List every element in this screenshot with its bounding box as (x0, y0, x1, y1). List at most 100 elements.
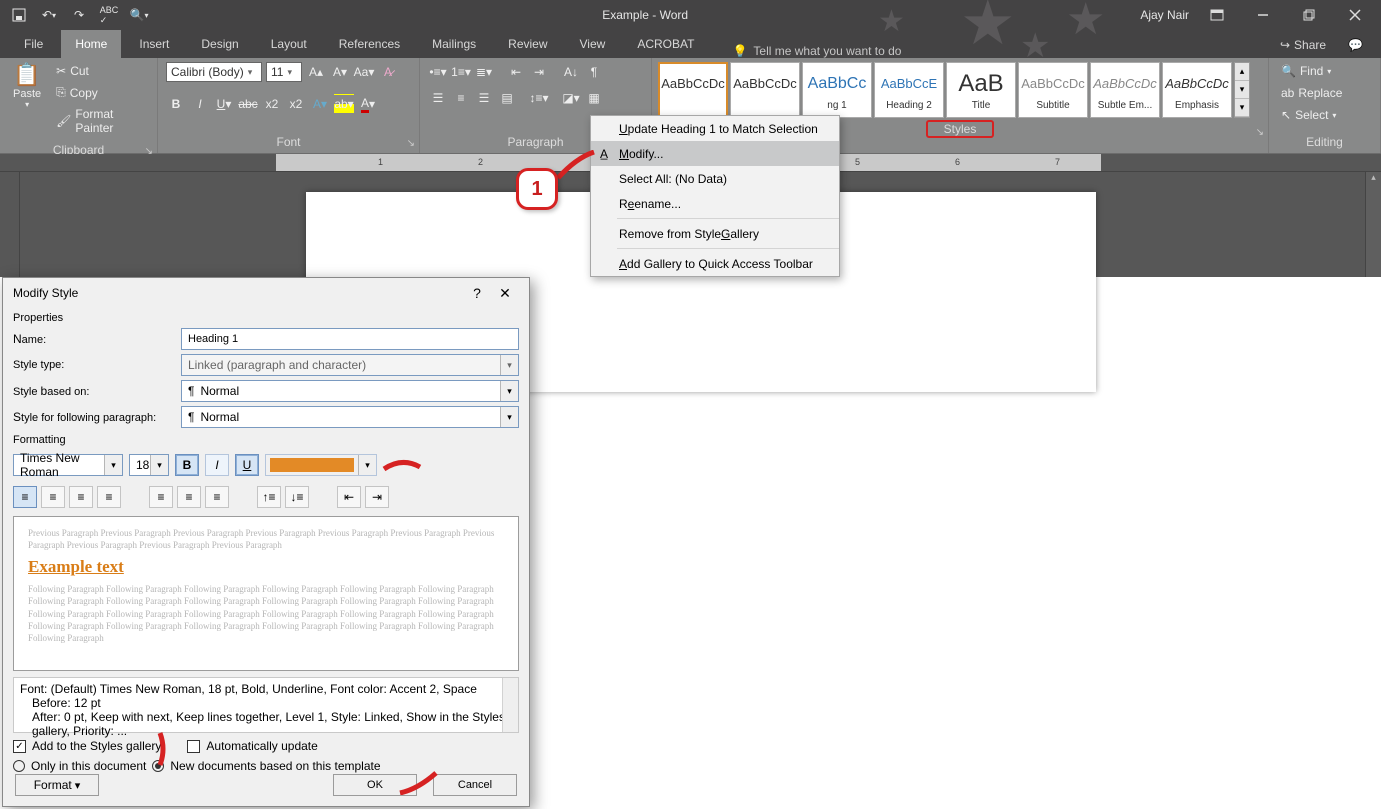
close-icon[interactable]: ✕ (491, 285, 519, 302)
shrink-font-icon[interactable]: A▾ (330, 62, 350, 82)
strikethrough-icon[interactable]: abc (238, 94, 258, 114)
styles-launcher-icon[interactable]: ↘ (1256, 127, 1264, 138)
style-tile-title[interactable]: AaBTitle (946, 62, 1016, 118)
dialog-size-combo[interactable]: 18▾ (129, 454, 169, 476)
format-dropdown-button[interactable]: Format ▾ (15, 774, 99, 796)
shading-icon[interactable]: ◪▾ (561, 88, 581, 108)
dialog-bold-button[interactable]: B (175, 454, 199, 476)
dialog-font-combo[interactable]: Times New Roman▾ (13, 454, 123, 476)
select-button[interactable]: ↖Select▾ (1277, 106, 1346, 124)
dlg-space-before-dec[interactable]: ↓≡ (285, 486, 309, 508)
format-painter-button[interactable]: 🖌Format Painter (52, 105, 149, 137)
spelling-icon[interactable]: ABC✓ (98, 4, 120, 26)
subscript-icon[interactable]: x2 (262, 94, 282, 114)
justify-icon[interactable]: ▤ (497, 88, 517, 108)
line-spacing-icon[interactable]: ↕≡▾ (529, 88, 549, 108)
font-color-icon[interactable]: A▾ (358, 94, 378, 114)
dialog-underline-button[interactable]: U (235, 454, 259, 476)
bullets-icon[interactable]: •≡▾ (428, 62, 448, 82)
underline-icon[interactable]: U▾ (214, 94, 234, 114)
based-on-dropdown[interactable]: ¶Normal▾ (181, 380, 519, 402)
tab-view[interactable]: View (566, 30, 620, 58)
ctx-remove-gallery[interactable]: Remove from Style Gallery (591, 221, 839, 246)
multilevel-icon[interactable]: ≣▾ (474, 62, 494, 82)
dlg-indent-dec[interactable]: ⇤ (337, 486, 361, 508)
increase-indent-icon[interactable]: ⇥ (529, 62, 549, 82)
align-right-icon[interactable]: ☰ (474, 88, 494, 108)
dialog-italic-button[interactable]: I (205, 454, 229, 476)
dlg-align-left[interactable]: ≡ (13, 486, 37, 508)
show-hide-icon[interactable]: ¶ (584, 62, 604, 82)
change-case-icon[interactable]: Aa▾ (354, 62, 374, 82)
dlg-align-right[interactable]: ≡ (69, 486, 93, 508)
desc-scrollbar[interactable] (502, 678, 518, 732)
ctx-modify[interactable]: A̲Modify... (591, 141, 839, 166)
dlg-align-justify[interactable]: ≡ (97, 486, 121, 508)
auto-update-checkbox[interactable] (187, 740, 200, 753)
paste-label[interactable]: Paste (13, 88, 41, 100)
grow-font-icon[interactable]: A▴ (306, 62, 326, 82)
styles-scrollbar[interactable]: ▴▾▾ (1234, 62, 1250, 118)
ctx-select-all[interactable]: Select All: (No Data) (591, 166, 839, 191)
font-name-combo[interactable]: Calibri (Body)▾ (166, 62, 262, 82)
style-name-input[interactable] (181, 328, 519, 350)
tab-file[interactable]: File (10, 30, 57, 58)
close-icon[interactable] (1337, 1, 1373, 29)
vertical-scrollbar[interactable]: ▴ (1365, 172, 1381, 277)
dlg-spacing-2[interactable]: ≡ (205, 486, 229, 508)
tab-acrobat[interactable]: ACROBAT (623, 30, 708, 58)
ctx-rename[interactable]: Reename... (591, 191, 839, 216)
ribbon-display-icon[interactable] (1199, 1, 1235, 29)
style-tile-subtleem[interactable]: AaBbCcDcSubtle Em... (1090, 62, 1160, 118)
style-tile-emphasis[interactable]: AaBbCcDcEmphasis (1162, 62, 1232, 118)
save-icon[interactable] (8, 4, 30, 26)
tab-home[interactable]: Home (61, 30, 121, 58)
font-launcher-icon[interactable]: ↘ (407, 138, 415, 149)
tab-references[interactable]: References (325, 30, 414, 58)
italic-icon[interactable]: I (190, 94, 210, 114)
dlg-space-before-inc[interactable]: ↑≡ (257, 486, 281, 508)
align-left-icon[interactable]: ☰ (428, 88, 448, 108)
style-tile-subtitle[interactable]: AaBbCcDcSubtitle (1018, 62, 1088, 118)
text-effects-icon[interactable]: A▾ (310, 94, 330, 114)
style-tile-nospacing[interactable]: AaBbCcDc (730, 62, 800, 118)
ctx-add-qat[interactable]: Add Gallery to Quick Access Toolbar (591, 251, 839, 276)
cancel-button[interactable]: Cancel (433, 774, 517, 796)
more-styles-icon[interactable]: ▾ (1235, 99, 1249, 117)
paste-icon[interactable]: 📋 (13, 62, 40, 88)
dialog-font-color-button[interactable]: ▾ (265, 454, 377, 476)
maximize-icon[interactable] (1291, 1, 1327, 29)
replace-button[interactable]: abReplace (1277, 84, 1346, 102)
redo-icon[interactable]: ↷ (68, 4, 90, 26)
comments-icon[interactable]: 💬 (1340, 32, 1371, 58)
ctx-update-to-match[interactable]: Update Heading 1 to Match Selection (591, 116, 839, 141)
chevron-up-icon[interactable]: ▴ (1235, 63, 1249, 81)
following-dropdown[interactable]: ¶Normal▾ (181, 406, 519, 428)
undo-icon[interactable]: ↶▾ (38, 4, 60, 26)
copy-button[interactable]: ⎘Copy (52, 83, 149, 102)
find-button[interactable]: 🔍Find▾ (1277, 62, 1346, 80)
add-to-gallery-checkbox[interactable]: ✓ (13, 740, 26, 753)
tab-mailings[interactable]: Mailings (418, 30, 490, 58)
minimize-icon[interactable] (1245, 1, 1281, 29)
chevron-down-icon[interactable]: ▾ (1235, 81, 1249, 99)
dlg-spacing-15[interactable]: ≡ (177, 486, 201, 508)
only-this-doc-radio[interactable] (13, 760, 25, 772)
tab-insert[interactable]: Insert (125, 30, 183, 58)
borders-icon[interactable]: ▦ (584, 88, 604, 108)
qat-more-icon[interactable]: 🔍▾ (128, 4, 150, 26)
share-button[interactable]: ↪Share (1272, 32, 1334, 58)
align-center-icon[interactable]: ≡ (451, 88, 471, 108)
dlg-indent-inc[interactable]: ⇥ (365, 486, 389, 508)
style-tile-normal[interactable]: AaBbCcDc (658, 62, 728, 118)
help-icon[interactable]: ? (463, 285, 491, 301)
superscript-icon[interactable]: x2 (286, 94, 306, 114)
tab-review[interactable]: Review (494, 30, 561, 58)
dlg-align-center[interactable]: ≡ (41, 486, 65, 508)
dlg-spacing-1[interactable]: ≡ (149, 486, 173, 508)
numbering-icon[interactable]: 1≡▾ (451, 62, 471, 82)
cut-button[interactable]: ✂Cut (52, 62, 149, 80)
clear-format-icon[interactable]: A̷ (378, 62, 398, 82)
highlight-icon[interactable]: ab▾ (334, 94, 354, 114)
vertical-ruler[interactable] (0, 172, 20, 277)
